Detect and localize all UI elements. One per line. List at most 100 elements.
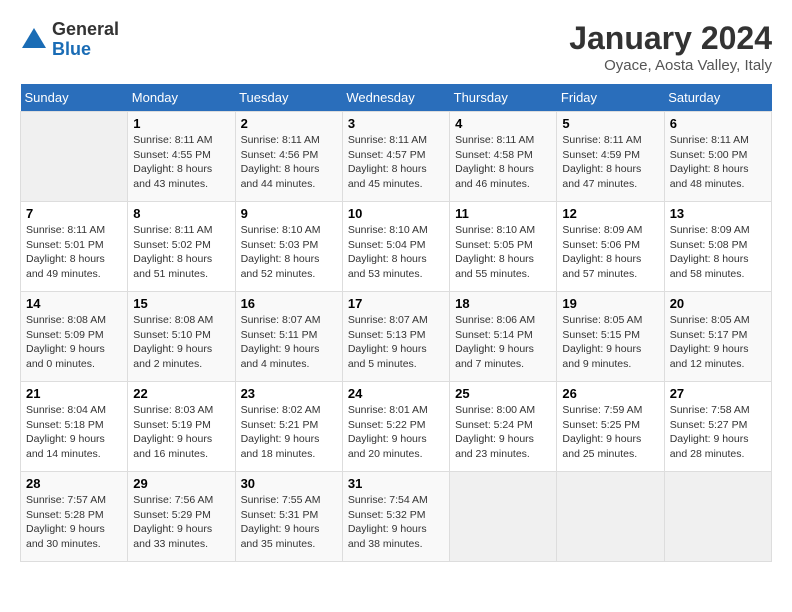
day-number: 17 [348,296,444,311]
day-number: 11 [455,206,551,221]
day-info: Sunrise: 8:07 AMSunset: 5:11 PMDaylight:… [241,313,337,372]
day-info: Sunrise: 8:06 AMSunset: 5:14 PMDaylight:… [455,313,551,372]
day-number: 28 [26,476,122,491]
calendar-cell: 24 Sunrise: 8:01 AMSunset: 5:22 PMDayligh… [342,382,449,472]
day-number: 19 [562,296,658,311]
calendar-cell: 8 Sunrise: 8:11 AMSunset: 5:02 PMDaylight… [128,202,235,292]
day-info: Sunrise: 7:54 AMSunset: 5:32 PMDaylight:… [348,493,444,552]
calendar-cell [450,472,557,562]
day-info: Sunrise: 7:55 AMSunset: 5:31 PMDaylight:… [241,493,337,552]
calendar-cell: 31 Sunrise: 7:54 AMSunset: 5:32 PMDayligh… [342,472,449,562]
month-title: January 2024 [569,20,772,57]
calendar-cell: 15Sunrise: 8:08 AMSunset: 5:10 PMDayligh… [128,292,235,382]
calendar-cell: 17 Sunrise: 8:07 AMSunset: 5:13 PMDayligh… [342,292,449,382]
day-info: Sunrise: 8:02 AMSunset: 5:21 PMDaylight:… [241,403,337,462]
day-header-tuesday: Tuesday [235,84,342,112]
week-row: 28 Sunrise: 7:57 AMSunset: 5:28 PMDayligh… [21,472,772,562]
day-number: 30 [241,476,337,491]
day-number: 22 [133,386,229,401]
day-info: Sunrise: 7:58 AMSunset: 5:27 PMDaylight:… [670,403,766,462]
calendar-cell: 4Sunrise: 8:11 AMSunset: 4:58 PMDaylight… [450,112,557,202]
day-info: Sunrise: 8:10 AMSunset: 5:04 PMDaylight:… [348,223,444,282]
day-number: 25 [455,386,551,401]
day-number: 20 [670,296,766,311]
logo-text: General Blue [52,20,119,60]
week-row: 1 Sunrise: 8:11 AMSunset: 4:55 PMDaylight… [21,112,772,202]
day-info: Sunrise: 8:08 AMSunset: 5:09 PMDaylight:… [26,313,122,372]
week-row: 14 Sunrise: 8:08 AMSunset: 5:09 PMDayligh… [21,292,772,382]
calendar-cell: 11Sunrise: 8:10 AMSunset: 5:05 PMDayligh… [450,202,557,292]
day-number: 5 [562,116,658,131]
logo: General Blue [20,20,119,60]
day-number: 12 [562,206,658,221]
day-info: Sunrise: 8:11 AMSunset: 4:55 PMDaylight:… [133,133,229,192]
day-number: 16 [241,296,337,311]
calendar-cell: 25Sunrise: 8:00 AMSunset: 5:24 PMDayligh… [450,382,557,472]
day-number: 10 [348,206,444,221]
day-info: Sunrise: 8:07 AMSunset: 5:13 PMDaylight:… [348,313,444,372]
day-number: 2 [241,116,337,131]
calendar-cell [21,112,128,202]
day-info: Sunrise: 8:11 AMSunset: 5:02 PMDaylight:… [133,223,229,282]
title-block: January 2024 Oyace, Aosta Valley, Italy [569,20,772,74]
day-header-saturday: Saturday [664,84,771,112]
day-header-monday: Monday [128,84,235,112]
calendar-cell: 23 Sunrise: 8:02 AMSunset: 5:21 PMDayligh… [235,382,342,472]
day-number: 31 [348,476,444,491]
day-info: Sunrise: 8:11 AMSunset: 4:57 PMDaylight:… [348,133,444,192]
calendar-cell: 20 Sunrise: 8:05 AMSunset: 5:17 PMDayligh… [664,292,771,382]
day-number: 23 [241,386,337,401]
day-number: 1 [133,116,229,131]
week-row: 7Sunrise: 8:11 AMSunset: 5:01 PMDaylight… [21,202,772,292]
day-number: 13 [670,206,766,221]
day-info: Sunrise: 8:03 AMSunset: 5:19 PMDaylight:… [133,403,229,462]
day-number: 15 [133,296,229,311]
day-info: Sunrise: 8:11 AMSunset: 4:59 PMDaylight:… [562,133,658,192]
day-number: 6 [670,116,766,131]
logo-icon [20,26,48,54]
day-number: 9 [241,206,337,221]
day-number: 24 [348,386,444,401]
day-number: 8 [133,206,229,221]
logo-general: General [52,20,119,40]
day-number: 29 [133,476,229,491]
calendar-cell: 28 Sunrise: 7:57 AMSunset: 5:28 PMDayligh… [21,472,128,562]
calendar-cell: 18 Sunrise: 8:06 AMSunset: 5:14 PMDayligh… [450,292,557,382]
day-info: Sunrise: 8:11 AMSunset: 5:01 PMDaylight:… [26,223,122,282]
calendar-cell: 22 Sunrise: 8:03 AMSunset: 5:19 PMDayligh… [128,382,235,472]
day-info: Sunrise: 8:11 AMSunset: 4:58 PMDaylight:… [455,133,551,192]
day-number: 3 [348,116,444,131]
day-info: Sunrise: 8:11 AMSunset: 4:56 PMDaylight:… [241,133,337,192]
day-header-wednesday: Wednesday [342,84,449,112]
logo-blue: Blue [52,40,119,60]
day-info: Sunrise: 8:05 AMSunset: 5:15 PMDaylight:… [562,313,658,372]
days-row: SundayMondayTuesdayWednesdayThursdayFrid… [21,84,772,112]
day-info: Sunrise: 8:01 AMSunset: 5:22 PMDaylight:… [348,403,444,462]
calendar-cell [557,472,664,562]
day-number: 27 [670,386,766,401]
day-info: Sunrise: 7:59 AMSunset: 5:25 PMDaylight:… [562,403,658,462]
calendar-cell: 1 Sunrise: 8:11 AMSunset: 4:55 PMDaylight… [128,112,235,202]
day-number: 21 [26,386,122,401]
day-number: 18 [455,296,551,311]
day-number: 14 [26,296,122,311]
calendar-cell: 19 Sunrise: 8:05 AMSunset: 5:15 PMDayligh… [557,292,664,382]
calendar-cell: 16 Sunrise: 8:07 AMSunset: 5:11 PMDayligh… [235,292,342,382]
calendar-cell: 6 Sunrise: 8:11 AMSunset: 5:00 PMDaylight… [664,112,771,202]
day-header-friday: Friday [557,84,664,112]
calendar-cell: 12Sunrise: 8:09 AMSunset: 5:06 PMDayligh… [557,202,664,292]
calendar-cell: 5 Sunrise: 8:11 AMSunset: 4:59 PMDaylight… [557,112,664,202]
day-info: Sunrise: 8:05 AMSunset: 5:17 PMDaylight:… [670,313,766,372]
day-info: Sunrise: 8:11 AMSunset: 5:00 PMDaylight:… [670,133,766,192]
calendar-header: SundayMondayTuesdayWednesdayThursdayFrid… [21,84,772,112]
day-info: Sunrise: 8:04 AMSunset: 5:18 PMDaylight:… [26,403,122,462]
location: Oyace, Aosta Valley, Italy [569,57,772,74]
calendar-cell: 9 Sunrise: 8:10 AMSunset: 5:03 PMDaylight… [235,202,342,292]
day-info: Sunrise: 8:09 AMSunset: 5:08 PMDaylight:… [670,223,766,282]
calendar-cell: 2 Sunrise: 8:11 AMSunset: 4:56 PMDaylight… [235,112,342,202]
day-info: Sunrise: 8:10 AMSunset: 5:03 PMDaylight:… [241,223,337,282]
calendar-cell: 29Sunrise: 7:56 AMSunset: 5:29 PMDayligh… [128,472,235,562]
calendar-cell: 26Sunrise: 7:59 AMSunset: 5:25 PMDayligh… [557,382,664,472]
day-info: Sunrise: 7:57 AMSunset: 5:28 PMDaylight:… [26,493,122,552]
day-header-thursday: Thursday [450,84,557,112]
